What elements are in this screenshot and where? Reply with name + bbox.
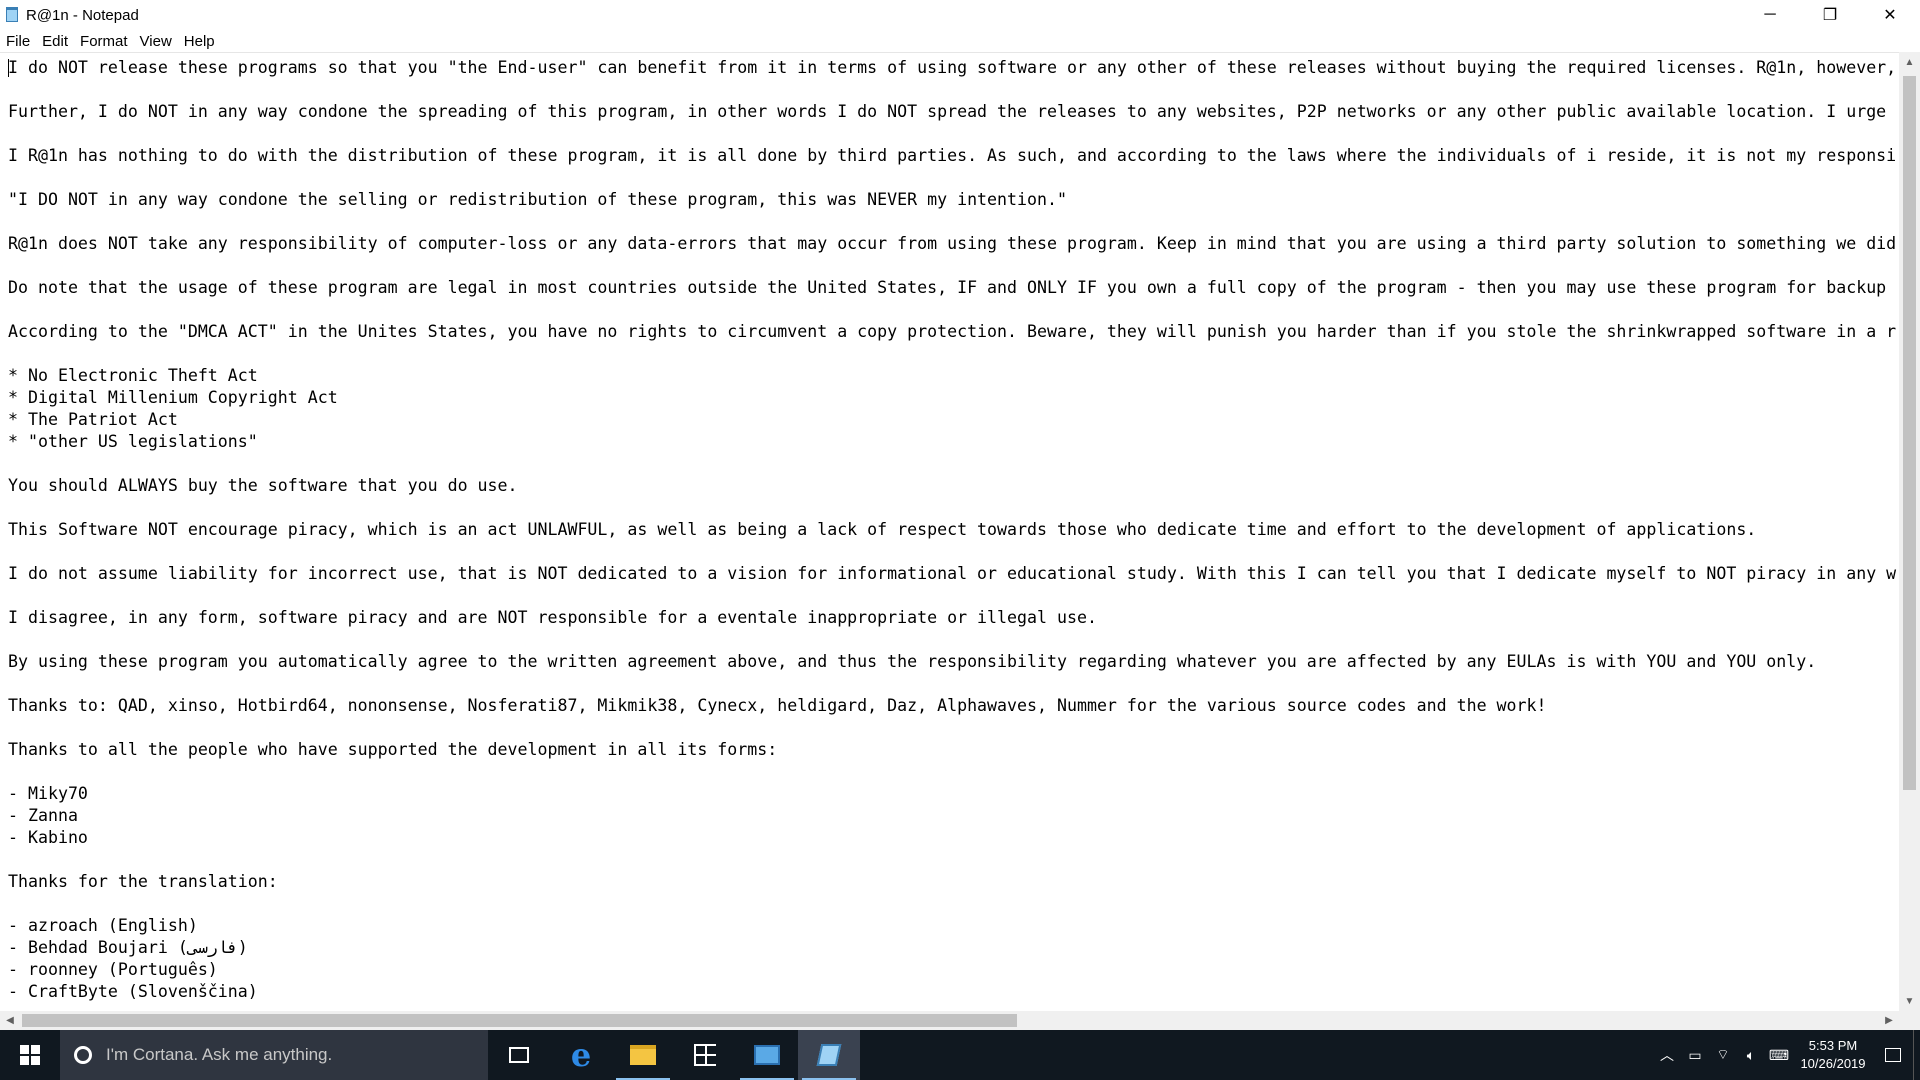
scroll-left-icon[interactable]: ◀ (0, 1011, 20, 1030)
menu-format[interactable]: Format (74, 33, 134, 50)
menu-view[interactable]: View (134, 33, 178, 50)
notification-icon (1885, 1048, 1901, 1062)
clock-date: 10/26/2019 (1800, 1056, 1866, 1071)
keyboard-icon[interactable]: ⌨ (1765, 1047, 1793, 1064)
task-view-button[interactable] (488, 1030, 550, 1080)
text-editor-area[interactable]: I do NOT release these programs so that … (0, 52, 1899, 1012)
store-icon (694, 1044, 716, 1066)
scroll-up-icon[interactable]: ▲ (1899, 52, 1920, 72)
control-panel-icon (754, 1045, 780, 1065)
notepad-app-icon[interactable] (4, 7, 20, 23)
taskbar-control-panel[interactable] (736, 1030, 798, 1080)
window-title: R@1n - Notepad (26, 6, 139, 24)
text-caret (8, 59, 9, 77)
system-tray: ︿ ▭ ⌔ 🔈︎ ⌨ 5:53 PM 10/26/2019 (1653, 1030, 1920, 1080)
windows-logo-icon (20, 1045, 40, 1065)
maximize-button[interactable]: ❐ (1800, 0, 1860, 30)
folder-icon (630, 1045, 656, 1065)
action-center-button[interactable] (1873, 1048, 1913, 1062)
taskbar: I'm Cortana. Ask me anything. e ︿ ▭ ⌔ 🔈︎… (0, 1030, 1920, 1080)
edge-icon: e (570, 1036, 592, 1074)
clock[interactable]: 5:53 PM 10/26/2019 (1793, 1037, 1873, 1073)
cortana-search-box[interactable]: I'm Cortana. Ask me anything. (60, 1030, 488, 1080)
clock-time: 5:53 PM (1808, 1038, 1858, 1053)
notepad-icon (816, 1044, 842, 1066)
vertical-scroll-thumb[interactable] (1903, 76, 1916, 790)
cortana-placeholder: I'm Cortana. Ask me anything. (106, 1045, 333, 1064)
menu-bar: File Edit Format View Help (0, 30, 1920, 52)
minimize-button[interactable]: ─ (1740, 0, 1800, 30)
notepad-window: R@1n - Notepad ─ ❐ ✕ File Edit Format Vi… (0, 0, 1920, 1030)
wifi-icon[interactable]: ⌔ (1709, 1046, 1737, 1064)
close-button[interactable]: ✕ (1860, 0, 1920, 30)
battery-icon[interactable]: ▭ (1681, 1047, 1709, 1064)
horizontal-scrollbar[interactable]: ◀ ▶ (0, 1011, 1899, 1030)
menu-help[interactable]: Help (178, 33, 221, 50)
show-desktop-button[interactable] (1913, 1030, 1920, 1080)
taskbar-edge[interactable]: e (550, 1030, 612, 1080)
volume-icon[interactable]: 🔈︎ (1737, 1047, 1765, 1064)
title-bar[interactable]: R@1n - Notepad ─ ❐ ✕ (0, 0, 1920, 30)
task-view-icon (509, 1047, 529, 1063)
menu-file[interactable]: File (0, 33, 36, 50)
vertical-scrollbar[interactable]: ▲ ▼ (1899, 52, 1920, 1011)
document-text[interactable]: I do NOT release these programs so that … (8, 57, 1896, 1003)
menu-edit[interactable]: Edit (36, 33, 74, 50)
scrollbar-corner (1899, 1011, 1920, 1030)
cortana-icon (74, 1046, 92, 1064)
scroll-right-icon[interactable]: ▶ (1879, 1011, 1899, 1030)
horizontal-scroll-thumb[interactable] (22, 1014, 1017, 1027)
taskbar-notepad[interactable] (798, 1030, 860, 1080)
taskbar-file-explorer[interactable] (612, 1030, 674, 1080)
scroll-down-icon[interactable]: ▼ (1899, 991, 1920, 1011)
chevron-up-icon[interactable]: ︿ (1653, 1045, 1681, 1065)
taskbar-store[interactable] (674, 1030, 736, 1080)
start-button[interactable] (0, 1030, 60, 1080)
